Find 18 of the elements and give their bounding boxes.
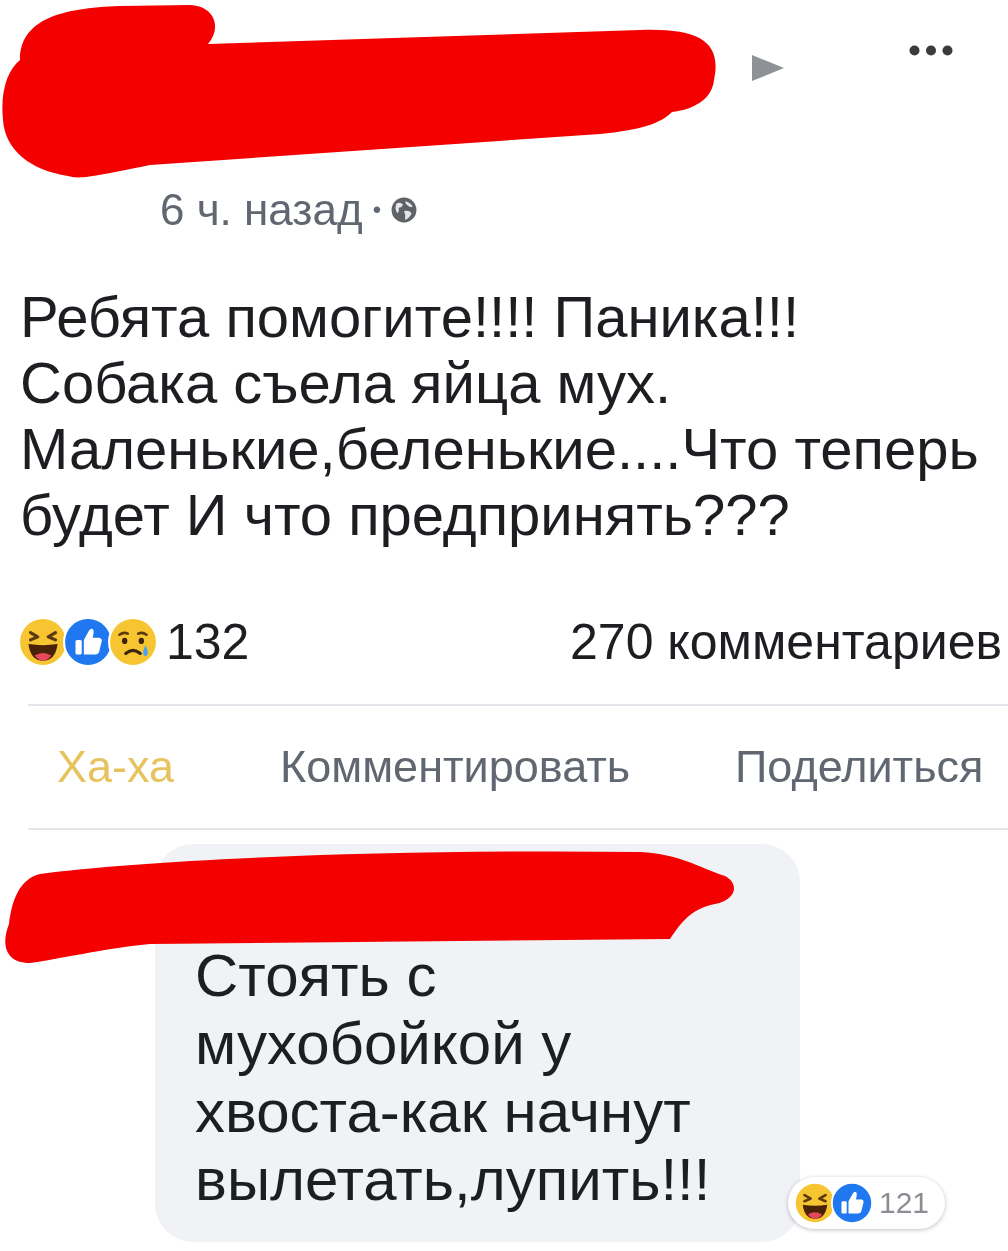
comment-count[interactable]: 270 комментариев — [570, 613, 1002, 671]
globe-icon — [391, 197, 418, 223]
separator-dot: • — [372, 196, 382, 224]
triangle-icon — [752, 55, 784, 81]
post-time[interactable]: 6 ч. назад — [160, 185, 363, 235]
crying-emoji-icon — [108, 617, 158, 667]
more-icon[interactable] — [909, 45, 953, 56]
thumbs-up-icon — [831, 1182, 873, 1224]
post-text: Ребята помогите!!!! Паника!!! Собака съела яйца мух. Маленькие,беленькие....Что теперь будет И что предпринять??? — [19, 284, 980, 548]
comment-reaction-count: 121 — [879, 1186, 930, 1220]
laughing-emoji-icon — [794, 1182, 836, 1224]
reaction-pill[interactable]: 121 — [788, 1177, 946, 1229]
laughing-emoji-icon — [18, 617, 68, 667]
reaction-count[interactable]: 132 — [166, 613, 250, 671]
action-button[interactable]: Комментировать — [280, 741, 631, 793]
comment-text: Стоять с мухобойкой у хвоста-как начнут вылетать,лупить!!! — [195, 942, 712, 1214]
thumbs-up-icon — [63, 617, 113, 667]
action-button[interactable]: Поделиться — [735, 741, 984, 793]
